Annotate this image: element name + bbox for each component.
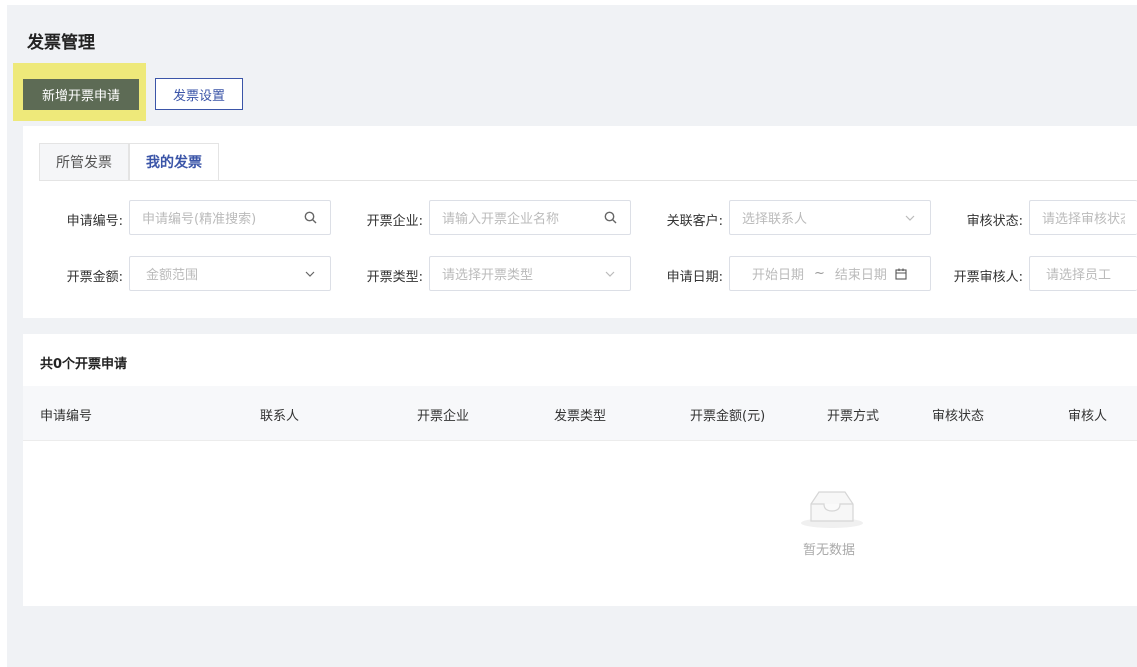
apply-no-label: 申请编号: bbox=[66, 214, 123, 229]
reviewer-placeholder: 请选择员工 bbox=[1046, 268, 1112, 283]
total-count: 共0个开票申请 bbox=[40, 357, 128, 372]
tab-divider bbox=[39, 180, 1137, 181]
chevron-down-icon bbox=[302, 271, 318, 277]
reviewer-label: 开票审核人: bbox=[953, 270, 1023, 285]
column-header: 申请编号 bbox=[40, 409, 93, 424]
type-placeholder: 请选择开票类型 bbox=[442, 268, 534, 283]
apply-no-placeholder: 申请编号(精准搜索) bbox=[142, 212, 257, 227]
table-header: 申请编号 联系人 开票企业 发票类型 开票金额(元) 开票方式 审核状态 审核人 bbox=[23, 386, 1137, 441]
amount-select[interactable]: 金额范围 bbox=[129, 256, 331, 291]
column-header: 开票方式 bbox=[827, 409, 880, 424]
chevron-down-icon bbox=[902, 215, 918, 221]
empty-inbox-icon bbox=[799, 488, 865, 534]
customer-select[interactable]: 选择联系人 bbox=[729, 200, 931, 235]
invoice-settings-button[interactable]: 发票设置 bbox=[155, 78, 243, 110]
amount-label: 开票金额: bbox=[66, 270, 123, 285]
customer-placeholder: 选择联系人 bbox=[742, 212, 808, 227]
type-select[interactable]: 请选择开票类型 bbox=[429, 256, 631, 291]
type-label: 开票类型: bbox=[366, 270, 423, 285]
date-range-picker[interactable]: 开始日期 ~ 结束日期 bbox=[729, 256, 931, 291]
review-status-select[interactable]: 请选择审核状态 bbox=[1029, 200, 1137, 235]
new-invoice-application-button[interactable]: 新增开票申请 bbox=[23, 79, 139, 110]
empty-text: 暂无数据 bbox=[803, 543, 856, 558]
date-label: 申请日期: bbox=[666, 270, 723, 285]
end-date-input[interactable]: 结束日期 bbox=[835, 264, 887, 283]
column-header: 审核人 bbox=[1068, 409, 1108, 424]
start-date-input[interactable]: 开始日期 bbox=[752, 264, 804, 283]
reviewer-select[interactable]: 请选择员工 bbox=[1029, 256, 1137, 291]
search-icon[interactable] bbox=[602, 211, 618, 224]
apply-no-input[interactable]: 申请编号(精准搜索) bbox=[129, 200, 331, 235]
page-title: 发票管理 bbox=[27, 33, 95, 53]
column-header: 开票企业 bbox=[417, 409, 470, 424]
calendar-icon bbox=[893, 268, 909, 280]
company-label: 开票企业: bbox=[366, 214, 423, 229]
filter-panel: 所管发票 我的发票 申请编号: 申请编号(精准搜索) 开票企业: 请输入开票企业… bbox=[23, 126, 1137, 318]
amount-placeholder: 金额范围 bbox=[146, 268, 199, 283]
column-header: 开票金额(元) bbox=[690, 409, 766, 424]
review-status-placeholder: 请选择审核状态 bbox=[1042, 212, 1125, 227]
date-separator: ~ bbox=[814, 266, 825, 281]
chevron-down-icon bbox=[602, 271, 618, 277]
customer-label: 关联客户: bbox=[666, 214, 723, 229]
column-header: 联系人 bbox=[260, 409, 300, 424]
tab-my-invoices[interactable]: 我的发票 bbox=[129, 143, 219, 181]
company-input[interactable]: 请输入开票企业名称 bbox=[429, 200, 631, 235]
tab-managed-invoices[interactable]: 所管发票 bbox=[39, 143, 129, 181]
review-status-label: 审核状态: bbox=[966, 214, 1023, 229]
search-icon[interactable] bbox=[302, 211, 318, 224]
invoice-table-panel: 共0个开票申请 申请编号 联系人 开票企业 发票类型 开票金额(元) 开票方式 … bbox=[23, 334, 1137, 606]
tab-bar: 所管发票 我的发票 bbox=[39, 143, 219, 181]
company-placeholder: 请输入开票企业名称 bbox=[442, 212, 560, 227]
column-header: 发票类型 bbox=[554, 409, 607, 424]
column-header: 审核状态 bbox=[932, 409, 985, 424]
